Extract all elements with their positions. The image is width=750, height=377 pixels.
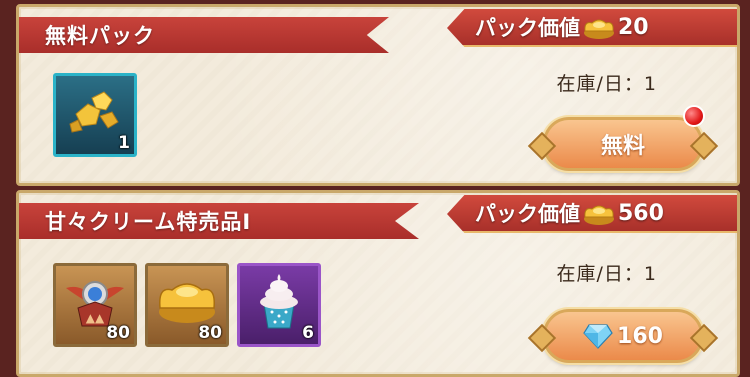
button-ornament	[689, 323, 719, 353]
button-ornament	[527, 323, 557, 353]
pack-card-free: 無料パック パック価値 20 1 在庫/日：1 無料	[16, 4, 740, 186]
pack-value-amount: 560	[618, 200, 664, 226]
pack-title: 甘々クリーム特売品Ⅰ	[45, 210, 252, 234]
item-quantity: 80	[106, 323, 130, 343]
notification-dot	[683, 105, 705, 127]
stock-per-day: 在庫/日：1	[556, 263, 657, 285]
gold-ingot-icon	[584, 205, 614, 225]
pack-items: ▲▲ 80 80 6	[53, 263, 321, 347]
pack-title-ribbon: 無料パック	[19, 17, 389, 53]
buy-price: 160	[617, 323, 663, 349]
pack-value-amount: 20	[618, 14, 649, 40]
claim-free-button[interactable]: 無料	[527, 117, 719, 171]
pack-item[interactable]: 6	[237, 263, 321, 347]
pack-value-ribbon: パック価値 560	[447, 195, 737, 233]
claim-button-label: 無料	[600, 134, 645, 159]
gold-ingot-icon	[584, 19, 614, 39]
button-ornament	[527, 131, 557, 161]
pack-card-cream-sale: 甘々クリーム特売品Ⅰ パック価値 560 ▲▲ 80 80 6 在庫/日：1 1…	[16, 190, 740, 377]
winged-emblem-icon: ▲▲	[66, 281, 124, 327]
gold-nuggets-icon	[69, 91, 119, 133]
button-ornament	[689, 131, 719, 161]
stock-per-day: 在庫/日：1	[556, 73, 657, 95]
pack-value-label: パック価値	[475, 202, 580, 226]
item-quantity: 6	[302, 323, 314, 343]
item-quantity: 1	[118, 133, 130, 153]
pack-value-label: パック価値	[475, 16, 580, 40]
pack-title: 無料パック	[45, 24, 155, 48]
gold-ingot-icon	[159, 283, 215, 323]
diamond-icon	[583, 324, 613, 349]
pack-item[interactable]: ▲▲ 80	[53, 263, 137, 347]
item-quantity: 80	[198, 323, 222, 343]
cupcake-icon	[260, 274, 298, 329]
pack-value-ribbon: パック価値 20	[447, 9, 737, 47]
buy-pack-button[interactable]: 160	[527, 309, 719, 363]
pack-title-ribbon: 甘々クリーム特売品Ⅰ	[19, 203, 419, 239]
pack-items: 1	[53, 73, 137, 157]
pack-item[interactable]: 1	[53, 73, 137, 157]
svg-text:▲▲: ▲▲	[86, 311, 105, 325]
pack-item[interactable]: 80	[145, 263, 229, 347]
